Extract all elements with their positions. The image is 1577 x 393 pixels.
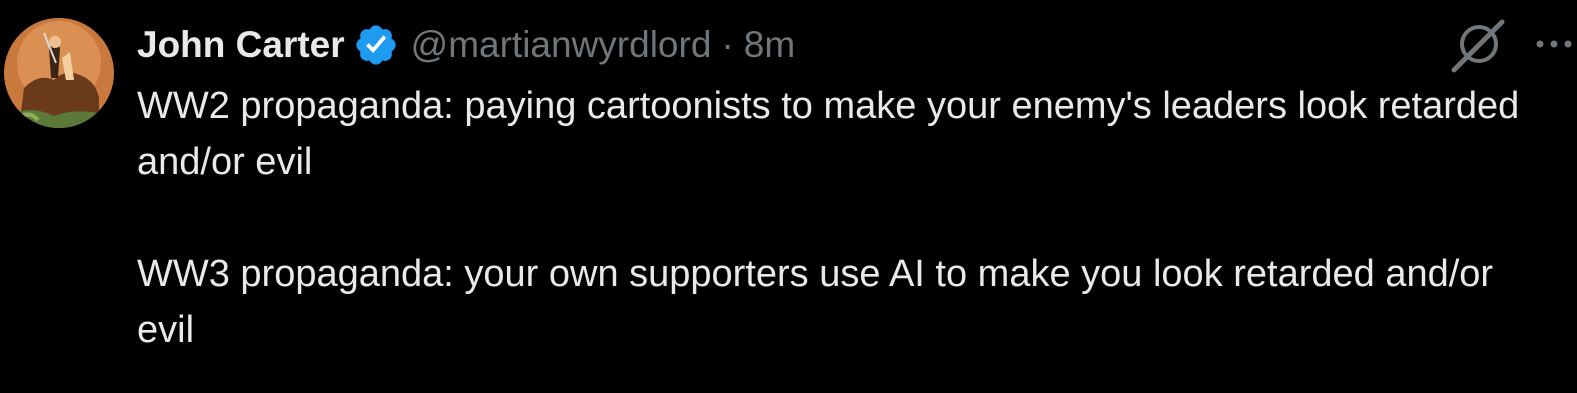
tweet-header: John Carter @martianwyrdlord · 8m [137, 22, 795, 68]
tweet-paragraph-2: WW3 propaganda: your own supporters use … [137, 253, 1494, 351]
author-handle[interactable]: @martianwyrdlord [411, 24, 712, 66]
verified-badge-icon[interactable] [353, 22, 399, 68]
avatar-image [4, 18, 114, 128]
tweet[interactable]: John Carter @martianwyrdlord · 8m WW2 pr… [0, 0, 1577, 393]
timestamp[interactable]: 8m [744, 24, 795, 66]
avatar[interactable] [4, 18, 114, 128]
author-name[interactable]: John Carter [137, 24, 345, 66]
tweet-paragraph-1: WW2 propaganda: paying cartoonists to ma… [137, 85, 1520, 183]
tweet-text: WW2 propaganda: paying cartoonists to ma… [137, 78, 1557, 358]
separator-dot: · [721, 24, 734, 65]
grok-icon[interactable] [1450, 18, 1506, 74]
more-options-icon[interactable] [1530, 24, 1577, 64]
